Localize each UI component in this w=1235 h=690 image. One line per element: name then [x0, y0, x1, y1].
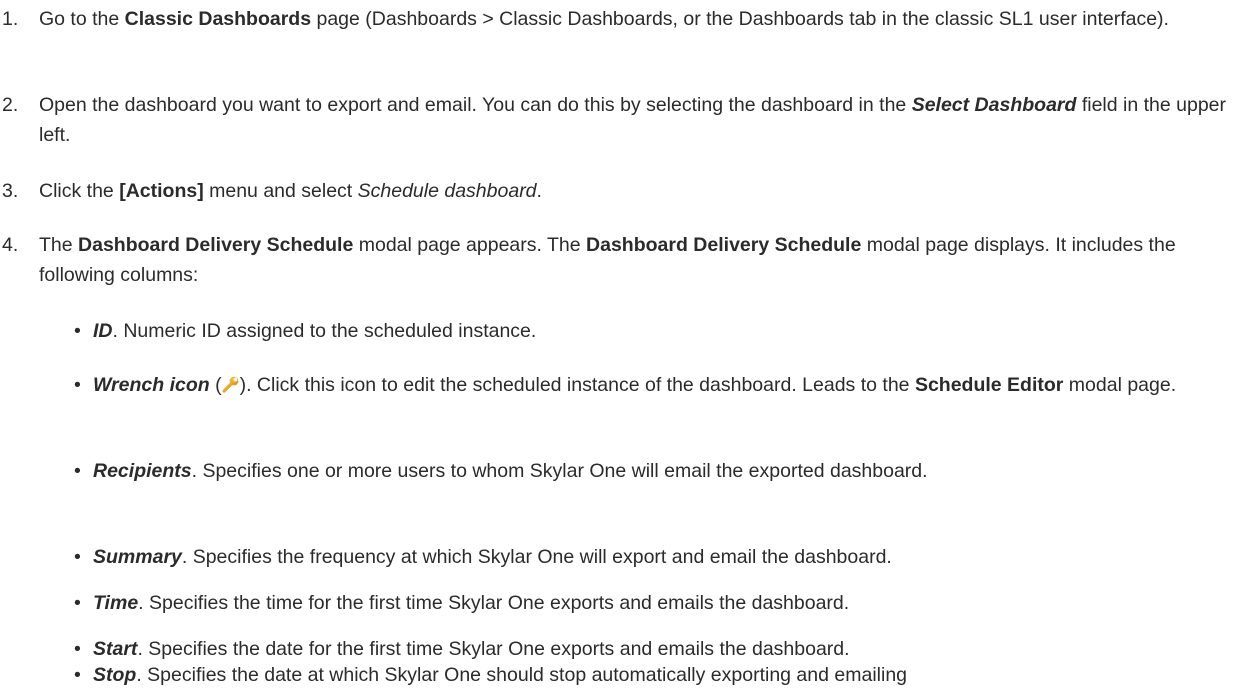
step-text: Open the dashboard you want to export an…: [39, 94, 912, 116]
column-description: (: [209, 374, 222, 396]
wrench-icon: [221, 372, 240, 393]
column-item-time: • Time. Specifies the time for the first…: [0, 588, 1235, 618]
column-term: Time: [93, 592, 139, 614]
step-text: page (Dashboards > Classic Dashboards, o…: [311, 8, 1169, 30]
step-4: 4. The Dashboard Delivery Schedule modal…: [2, 230, 1235, 290]
step-text: .: [536, 180, 542, 202]
bullet-icon: •: [74, 546, 81, 568]
column-item-stop: • Stop. Specifies the date at which Skyl…: [0, 660, 1235, 690]
column-term: Wrench icon: [93, 374, 210, 396]
column-description: . Specifies the frequency at which Skyla…: [181, 546, 892, 568]
step-text: modal page appears. The: [353, 234, 587, 256]
button-name: [Actions]: [119, 180, 204, 202]
column-description: ). Click this icon to edit the scheduled…: [239, 374, 915, 396]
step-3: 3. Click the [Actions] menu and select S…: [2, 176, 1235, 206]
step-number: 1.: [2, 8, 19, 30]
step-number: 3.: [2, 180, 19, 202]
step-number: 4.: [2, 234, 19, 256]
step-text: menu and select: [203, 180, 358, 202]
column-term: ID: [93, 320, 113, 342]
column-description: . Numeric ID assigned to the scheduled i…: [112, 320, 537, 342]
column-description: modal page.: [1063, 374, 1177, 396]
column-item-id: • ID. Numeric ID assigned to the schedul…: [0, 316, 1235, 346]
bullet-icon: •: [74, 664, 81, 686]
column-term: Recipients: [93, 460, 192, 482]
step-number: 2.: [2, 94, 19, 116]
column-description: . Specifies the date for the first time …: [137, 638, 850, 660]
bullet-icon: •: [74, 460, 81, 482]
bullet-icon: •: [74, 592, 81, 614]
field-name: Select Dashboard: [911, 94, 1077, 116]
column-item-wrench: • Wrench icon ( ). Click this icon to ed…: [0, 370, 1235, 400]
modal-name: Dashboard Delivery Schedule: [78, 234, 354, 256]
step-2: 2. Open the dashboard you want to export…: [2, 90, 1235, 150]
column-term: Stop: [93, 664, 137, 686]
menu-option-name: Schedule dashboard: [357, 180, 537, 202]
column-item-recipients: • Recipients. Specifies one or more user…: [0, 456, 1235, 486]
step-text: Click the: [39, 180, 120, 202]
column-description: . Specifies the date at which Skylar One…: [136, 664, 908, 686]
bullet-icon: •: [74, 320, 81, 342]
column-term: Summary: [93, 546, 182, 568]
step-1: 1. Go to the Classic Dashboards page (Da…: [2, 4, 1235, 34]
column-term: Start: [93, 638, 138, 660]
page-name: Classic Dashboards: [124, 8, 312, 30]
modal-name: Schedule Editor: [914, 374, 1064, 396]
bullet-icon: •: [74, 374, 81, 396]
step-text: Go to the: [39, 8, 125, 30]
column-description: . Specifies one or more users to whom Sk…: [191, 460, 928, 482]
modal-name: Dashboard Delivery Schedule: [586, 234, 862, 256]
column-description: . Specifies the time for the first time …: [138, 592, 850, 614]
step-text: The: [39, 234, 79, 256]
column-item-summary: • Summary. Specifies the frequency at wh…: [0, 542, 1235, 572]
